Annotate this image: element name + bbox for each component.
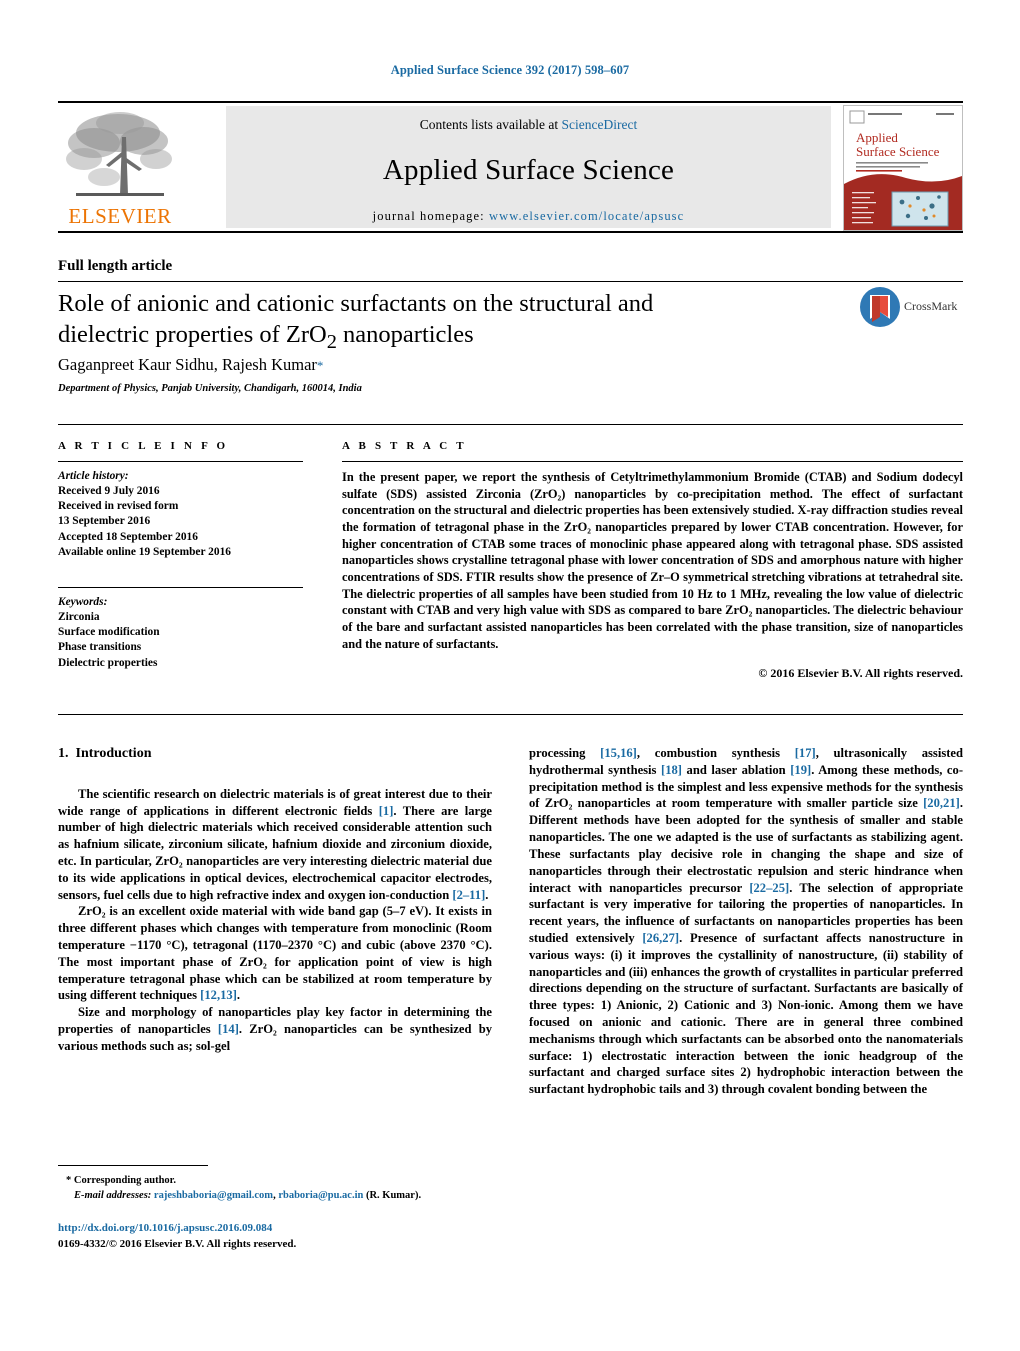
history-item: 13 September 2016 [58,515,151,528]
corresponding-author-text: Corresponding author. [73,1175,176,1186]
para-text: . [236,988,241,1003]
para-text: processing [529,746,601,760]
journal-masthead: ELSEVIER Contents lists available at Sci… [58,101,963,233]
citation-ref[interactable]: [22–25] [749,881,789,895]
citation-ref[interactable]: [14] [218,1022,239,1036]
divider-article-info [58,461,303,462]
contents-list-line: Contents lists available at ScienceDirec… [226,117,831,133]
citation-ref[interactable]: [20,21] [923,796,960,810]
authors-names: Gaganpreet Kaur Sidhu, Rajesh Kumar [58,355,317,374]
body-column-right: processing [15,16], combustion synthesis… [529,745,963,1098]
title-line-2b: nanoparticles [336,321,474,349]
article-history-block: Article history: Received 9 July 2016 Re… [58,469,303,560]
title-subscript: 2 [326,331,337,354]
citation-ref[interactable]: [19] [790,763,811,777]
divider-above-body [58,714,963,715]
running-head: Applied Surface Science 392 (2017) 598–6… [390,63,630,77]
footnote-divider [58,1165,208,1166]
body-paragraph: The scientific research on dielectric ma… [58,786,492,904]
para-text: . There are large number of high dielect… [58,803,492,902]
page-footer-block: http://dx.doi.org/10.1016/j.apsusc.2016.… [58,1221,618,1252]
citation-ref[interactable]: [12,13] [200,988,237,1002]
homepage-url-link[interactable]: www.elsevier.com/locate/apsusc [489,209,684,223]
author-list: Gaganpreet Kaur Sidhu, Rajesh Kumar* [58,355,738,375]
section-heading-introduction: 1. Introduction [58,745,492,764]
elsevier-wordmark: ELSEVIER [68,204,172,228]
email-link-1[interactable]: rajeshbaboria@gmail.com [154,1190,273,1201]
article-info-column: A R T I C L E I N F O Article history: R… [58,440,303,671]
title-line-2a: dielectric properties of ZrO [58,321,327,349]
keyword-item: Phase transitions [58,641,142,654]
email-owner: (R. Kumar). [363,1189,422,1201]
author-affiliation: Department of Physics, Panjab University… [58,383,362,394]
body-paragraph: processing [15,16], combustion synthesis… [529,745,963,1098]
corresponding-star: * [66,1175,72,1186]
body-paragraph: ZrO₂ is an excellent oxide material with… [58,903,492,1004]
title-line-1: Role of anionic and cationic surfactants… [58,290,654,317]
section-number: 1. [58,746,69,761]
crossmark-badge[interactable]: CrossMark [858,285,963,331]
para-text: . Presence of surfactant affects nanostr… [529,930,964,1097]
history-item: Received 9 July 2016 [58,485,160,498]
section-title: Introduction [75,746,152,761]
page-title: Role of anionic and cationic surfactants… [58,288,738,355]
abstract-column: A B S T R A C T In the present paper, we… [342,440,963,681]
para-text: and laser ablation [682,762,791,777]
corresponding-author-line: * Corresponding author. [58,1174,492,1189]
article-info-heading: A R T I C L E I N F O [58,440,229,452]
history-item: Received in revised form [58,500,179,513]
body-column-left: 1. Introduction The scientific research o… [58,745,492,1055]
body-paragraph: Size and morphology of nanoparticles pla… [58,1004,492,1054]
corresponding-author-marker[interactable]: * [317,358,324,373]
email-line: E-mail addresses: rajeshbaboria@gmail.co… [58,1189,492,1204]
homepage-prefix: journal homepage: [372,209,489,223]
svg-text:Applied: Applied [856,130,898,145]
divider-abstract [342,461,963,462]
article-type-label: Full length article [58,258,173,274]
history-item: Accepted 18 September 2016 [58,530,198,543]
para-text: ZrO₂ is an excellent oxide material with… [58,904,492,1003]
journal-homepage-line: journal homepage: www.elsevier.com/locat… [226,209,831,224]
divider-above-abstract [58,424,963,425]
history-item: Available online 19 September 2016 [58,545,231,558]
divider-keywords [58,586,303,588]
issn-copyright-line: 0169-4332/© 2016 Elsevier B.V. All right… [58,1237,297,1250]
sciencedirect-link[interactable]: ScienceDirect [562,117,638,132]
corresponding-author-footnote: * Corresponding author. E-mail addresses… [58,1174,492,1203]
svg-text:Surface Science: Surface Science [856,144,940,159]
email-label: E-mail addresses: [74,1189,152,1201]
keyword-item: Zirconia [58,611,100,624]
para-text: . [485,887,489,902]
journal-cover-thumbnail: Applied Surface Science [843,105,963,231]
doi-link[interactable]: http://dx.doi.org/10.1016/j.apsusc.2016.… [58,1221,618,1237]
citation-ref[interactable]: [26,27] [642,931,679,945]
article-history-label: Article history: [58,470,129,482]
keyword-item: Surface modification [58,626,160,639]
journal-article-page: Applied Surface Science 392 (2017) 598–6… [0,0,1020,1351]
keywords-block: Keywords: Zirconia Surface modification … [58,595,303,671]
abstract-text: In the present paper, we report the synt… [342,470,963,651]
citation-ref[interactable]: [1] [379,804,394,818]
email-link-2[interactable]: rbaboria@pu.ac.in [278,1190,363,1201]
citation-ref[interactable]: [17] [795,746,816,760]
masthead-center-band: Contents lists available at ScienceDirec… [226,106,831,228]
keywords-label: Keywords: [58,595,108,608]
para-text: , combustion synthesis [636,746,795,760]
citation-ref[interactable]: [15,16] [600,746,637,760]
keyword-item: Dielectric properties [58,656,158,669]
citation-ref[interactable]: [2–11] [452,888,485,902]
contents-prefix: Contents lists available at [419,117,562,132]
citation-ref[interactable]: [18] [661,763,682,777]
crossmark-icon [860,287,900,327]
journal-title: Applied Surface Science [382,154,675,186]
abstract-copyright: © 2016 Elsevier B.V. All rights reserved… [758,666,963,681]
divider-under-article-type [58,281,963,282]
crossmark-label: CrossMark [904,299,958,313]
abstract-heading: A B S T R A C T [342,440,467,452]
